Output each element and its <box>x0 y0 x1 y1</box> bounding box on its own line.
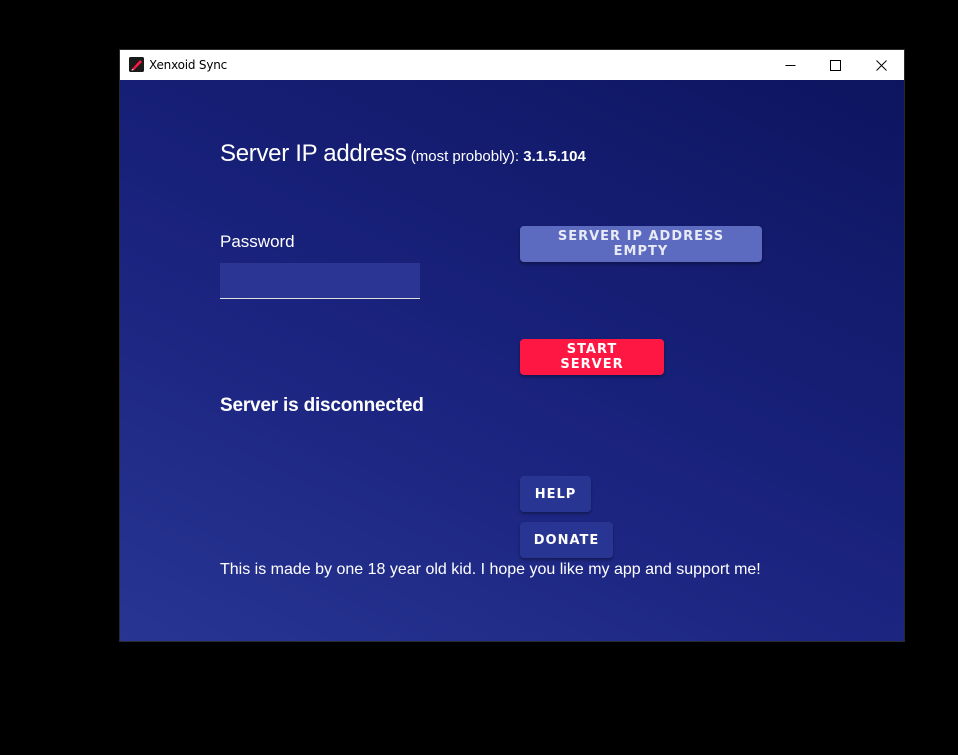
password-label: Password <box>220 232 295 251</box>
close-button[interactable] <box>858 50 904 80</box>
server-ip-address-button[interactable]: SERVER IP ADDRESS EMPTY <box>520 226 762 262</box>
main-content: Server IP address (most probobly): 3.1.5… <box>120 80 904 641</box>
footer-message: This is made by one 18 year old kid. I h… <box>220 561 761 578</box>
server-ip-value: 3.1.5.104 <box>523 148 586 165</box>
minimize-button[interactable] <box>767 50 813 80</box>
minimize-icon <box>785 60 796 71</box>
server-ip-note: (most probobly): <box>406 148 524 165</box>
server-ip-line: Server IP address (most probobly): 3.1.5… <box>220 140 586 168</box>
window-title: Xenxoid Sync <box>149 58 228 72</box>
title-bar[interactable]: Xenxoid Sync <box>120 50 904 80</box>
xenxoid-app-icon <box>129 57 144 72</box>
start-server-button[interactable]: START SERVER <box>520 339 664 375</box>
app-window: Xenxoid Sync Server IP address (most pro… <box>120 50 904 641</box>
close-icon <box>875 59 887 71</box>
donate-button[interactable]: DONATE <box>520 522 613 558</box>
help-button[interactable]: HELP <box>520 476 591 512</box>
password-field[interactable] <box>220 263 420 299</box>
server-status-text: Server is disconnected <box>220 395 424 416</box>
server-ip-heading: Server IP address <box>220 140 407 167</box>
maximize-icon <box>829 59 841 71</box>
maximize-button[interactable] <box>812 50 858 80</box>
